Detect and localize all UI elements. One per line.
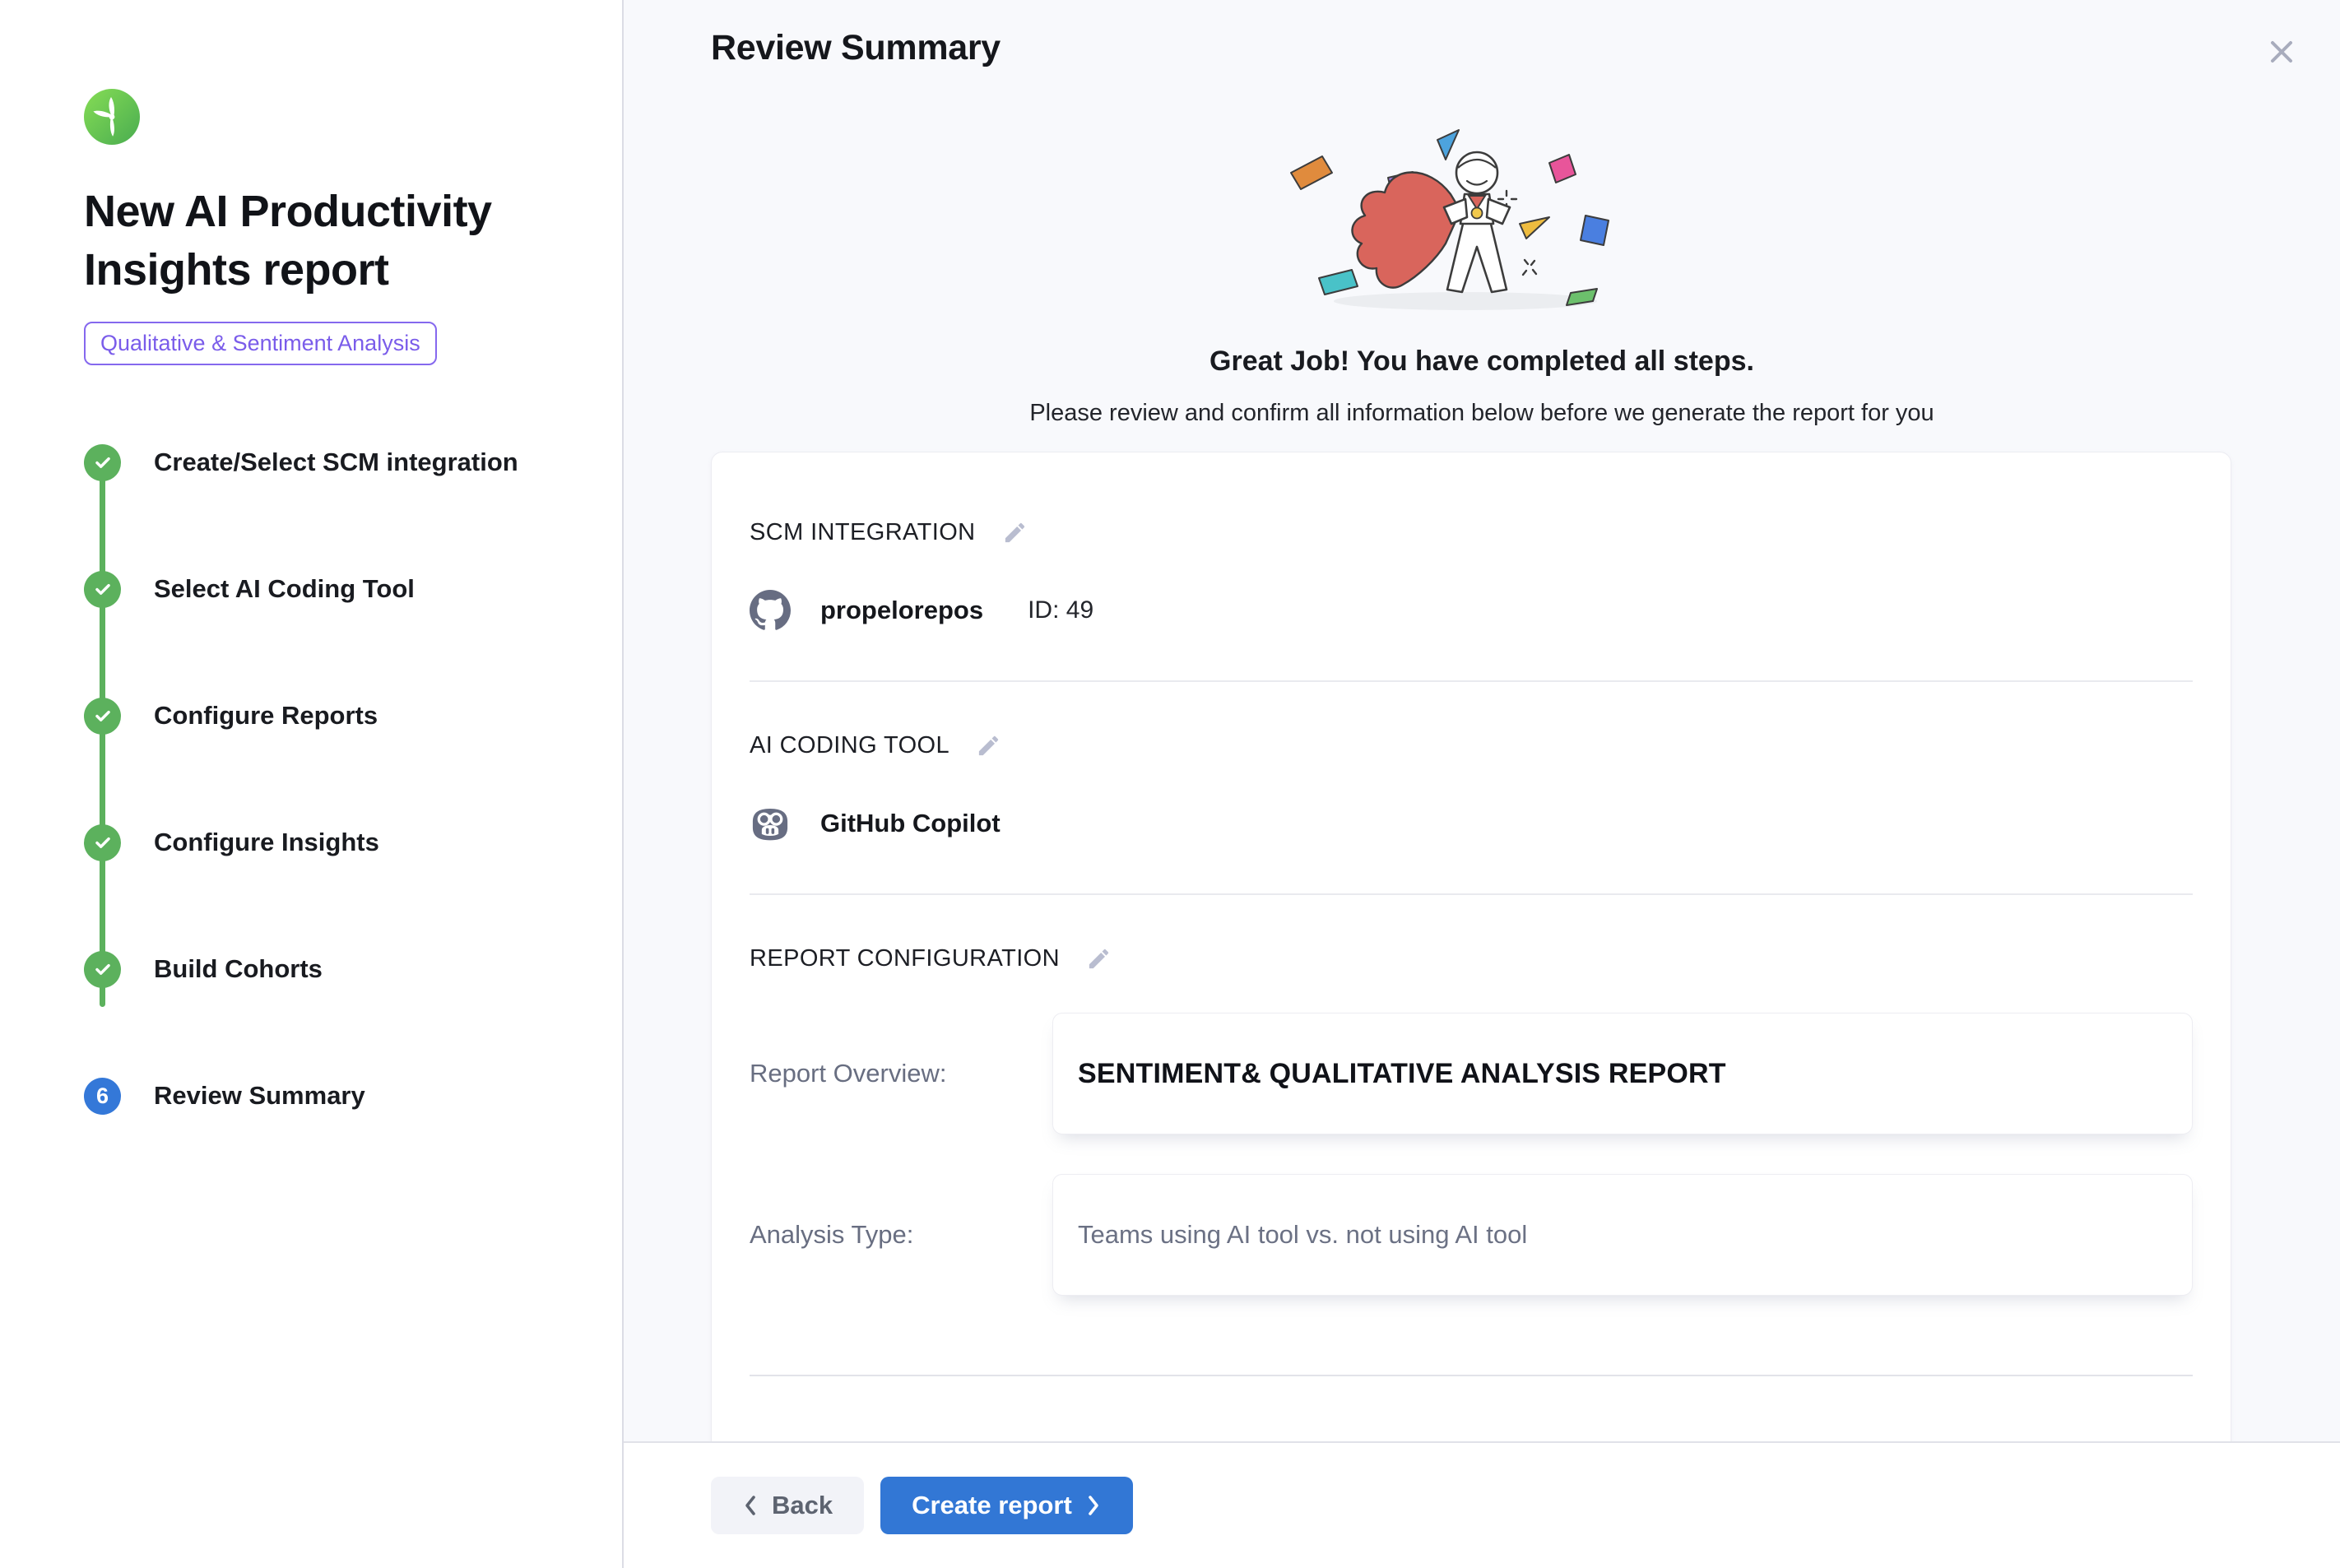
analysis-type-badge: Qualitative & Sentiment Analysis <box>84 322 437 365</box>
step-completed-check-icon <box>84 571 121 608</box>
report-overview-row: Report Overview: SENTIMENT& QUALITATIVE … <box>750 1013 2193 1134</box>
analysis-type-value-box: Teams using AI tool vs. not using AI too… <box>1052 1174 2193 1296</box>
step-select-ai-coding-tool[interactable]: Select AI Coding Tool <box>84 571 573 608</box>
step-configure-insights[interactable]: Configure Insights <box>84 824 573 861</box>
back-button-label: Back <box>772 1491 833 1520</box>
step-label: Configure Insights <box>154 828 379 857</box>
report-overview-label: Report Overview: <box>750 1059 1052 1088</box>
ai-coding-tool-section: AI CODING TOOL <box>750 731 2193 760</box>
report-overview-value-box: SENTIMENT& QUALITATIVE ANALYSIS REPORT <box>1052 1013 2193 1134</box>
congrats-subheading: Please review and confirm all informatio… <box>624 400 2340 427</box>
edit-report-configuration-button[interactable] <box>1084 944 1113 973</box>
edit-pencil-icon <box>1002 520 1028 545</box>
scm-integration-value-row: propelorepos ID: 49 <box>750 590 2193 631</box>
report-configuration-heading: REPORT CONFIGURATION <box>750 945 1060 972</box>
edit-pencil-icon <box>1086 946 1112 972</box>
step-completed-check-icon <box>84 951 121 988</box>
review-summary-panel: Review Summary <box>624 0 2340 1568</box>
scm-integration-heading: SCM INTEGRATION <box>750 519 976 546</box>
edit-ai-coding-tool-button[interactable] <box>974 731 1003 760</box>
github-icon <box>750 590 791 631</box>
page-title: Review Summary <box>711 28 1001 68</box>
wizard-footer: Back Create report <box>624 1441 2340 1568</box>
step-completed-check-icon <box>84 444 121 481</box>
scm-integration-id: ID: 49 <box>1028 596 1093 624</box>
close-button[interactable] <box>2259 30 2304 74</box>
ai-coding-tool-value-row: GitHub Copilot <box>750 803 2193 844</box>
close-icon <box>2264 35 2299 69</box>
step-build-cohorts[interactable]: Build Cohorts <box>84 951 573 988</box>
ai-coding-tool-heading: AI CODING TOOL <box>750 732 949 759</box>
propelo-logo-icon <box>84 89 140 145</box>
step-completed-check-icon <box>84 698 121 735</box>
step-completed-check-icon <box>84 824 121 861</box>
scm-integration-section: SCM INTEGRATION <box>750 518 2193 547</box>
celebration-hero-illustration <box>1260 115 1704 322</box>
chevron-right-icon <box>1085 1493 1102 1518</box>
edit-scm-integration-button[interactable] <box>1001 518 1029 547</box>
report-configuration-section: REPORT CONFIGURATION <box>750 944 2193 973</box>
scm-integration-name: propelorepos <box>820 596 983 625</box>
congrats-block: Great Job! You have completed all steps.… <box>624 115 2340 427</box>
report-wizard-window: New AI Productivity Insights report Qual… <box>0 0 2340 1568</box>
step-label: Configure Reports <box>154 701 378 731</box>
ai-coding-tool-name: GitHub Copilot <box>820 809 1001 838</box>
wizard-stepper: Create/Select SCM integration Select AI … <box>84 444 573 1115</box>
analysis-type-row: Analysis Type: Teams using AI tool vs. n… <box>750 1174 2193 1296</box>
analysis-type-value: Teams using AI tool vs. not using AI too… <box>1078 1220 1527 1250</box>
step-label: Build Cohorts <box>154 954 323 984</box>
step-configure-reports[interactable]: Configure Reports <box>84 698 573 735</box>
summary-card: SCM INTEGRATION propelorepos ID: 49 <box>711 452 2231 1441</box>
back-button[interactable]: Back <box>711 1477 864 1534</box>
edit-pencil-icon <box>976 733 1001 758</box>
chevron-left-icon <box>742 1493 759 1518</box>
congrats-heading: Great Job! You have completed all steps. <box>624 346 2340 378</box>
step-label: Create/Select SCM integration <box>154 448 518 477</box>
step-label: Review Summary <box>154 1081 365 1111</box>
step-create-select-scm-integration[interactable]: Create/Select SCM integration <box>84 444 573 481</box>
panel-body: Great Job! You have completed all steps.… <box>624 74 2340 1441</box>
section-divider <box>750 680 2193 682</box>
step-review-summary-current[interactable]: 6 Review Summary <box>84 1078 573 1115</box>
step-number-badge: 6 <box>84 1078 121 1115</box>
create-report-button[interactable]: Create report <box>880 1477 1133 1534</box>
step-label: Select AI Coding Tool <box>154 574 415 604</box>
report-overview-value: SENTIMENT& QUALITATIVE ANALYSIS REPORT <box>1078 1058 1726 1090</box>
wizard-title: New AI Productivity Insights report <box>84 183 545 300</box>
github-copilot-icon <box>750 803 791 844</box>
section-divider <box>750 1375 2193 1376</box>
section-divider <box>750 893 2193 895</box>
create-report-button-label: Create report <box>912 1491 1072 1520</box>
panel-header: Review Summary <box>624 0 2340 74</box>
wizard-sidebar: New AI Productivity Insights report Qual… <box>0 0 624 1568</box>
analysis-type-label: Analysis Type: <box>750 1220 1052 1250</box>
